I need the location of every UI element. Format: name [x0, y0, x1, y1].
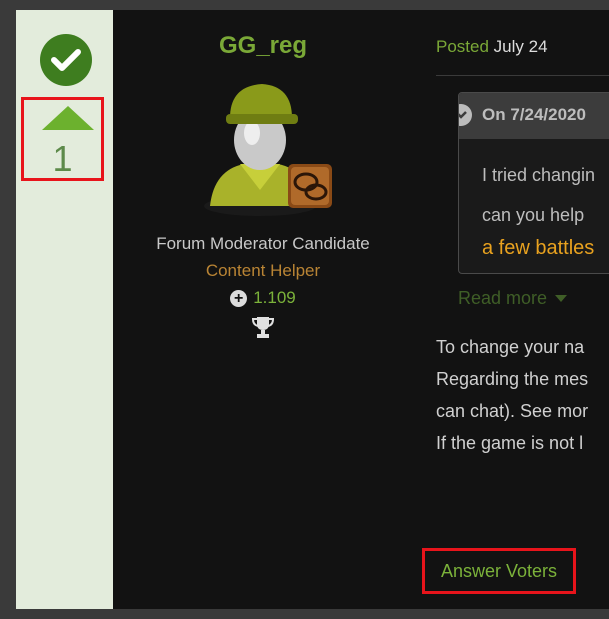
- read-more-label: Read more: [458, 288, 548, 308]
- meta-divider: [436, 75, 609, 76]
- posted-label: Posted: [436, 37, 489, 56]
- caret-down-icon: [555, 295, 568, 302]
- post-meta: Posted July 24: [436, 37, 548, 57]
- reputation-value: 1.109: [253, 288, 296, 307]
- author-reputation: + 1.109: [113, 288, 413, 308]
- plus-icon: +: [230, 289, 248, 307]
- post-text-line: can chat). See mor: [436, 401, 589, 421]
- accepted-answer-icon: [40, 34, 92, 86]
- post-body: GG_reg Forum Moderator Candidate Content…: [113, 10, 609, 609]
- vote-column: 1: [16, 10, 113, 609]
- author-avatar[interactable]: [200, 78, 334, 218]
- post-text-line: Regarding the mes: [436, 369, 589, 389]
- answer-voters-highlight: Answer Voters: [422, 548, 576, 594]
- author-name-link[interactable]: GG_reg: [113, 32, 413, 60]
- post-text-line: If the game is not l: [436, 433, 584, 453]
- author-rank: Forum Moderator Candidate: [156, 234, 370, 253]
- quote-citation: On 7/24/2020: [482, 105, 586, 124]
- answer-voters-link[interactable]: Answer Voters: [441, 561, 557, 582]
- posted-date[interactable]: July 24: [494, 37, 548, 56]
- chevron-down-icon[interactable]: [459, 104, 472, 126]
- quote-header[interactable]: On 7/24/2020: [459, 93, 609, 139]
- vote-control: 1: [21, 97, 104, 181]
- trophy-icon[interactable]: [252, 315, 274, 339]
- read-more-button[interactable]: Read more: [458, 288, 568, 309]
- upvote-arrow-icon[interactable]: [42, 106, 94, 130]
- quote-text-line: can you help: [482, 205, 585, 225]
- quote-block: On 7/24/2020 I tried changin can you hel…: [458, 92, 609, 274]
- post-text-line: To change your na: [436, 337, 585, 357]
- quote-highlight-text: a few battles: [482, 237, 595, 259]
- vote-count: 1: [52, 138, 73, 179]
- post-frame: 1 GG_reg Forum Moderator Candidate Conte…: [0, 0, 609, 619]
- author-role: Content Helper: [205, 261, 321, 280]
- quote-text-line: I tried changin: [482, 165, 596, 185]
